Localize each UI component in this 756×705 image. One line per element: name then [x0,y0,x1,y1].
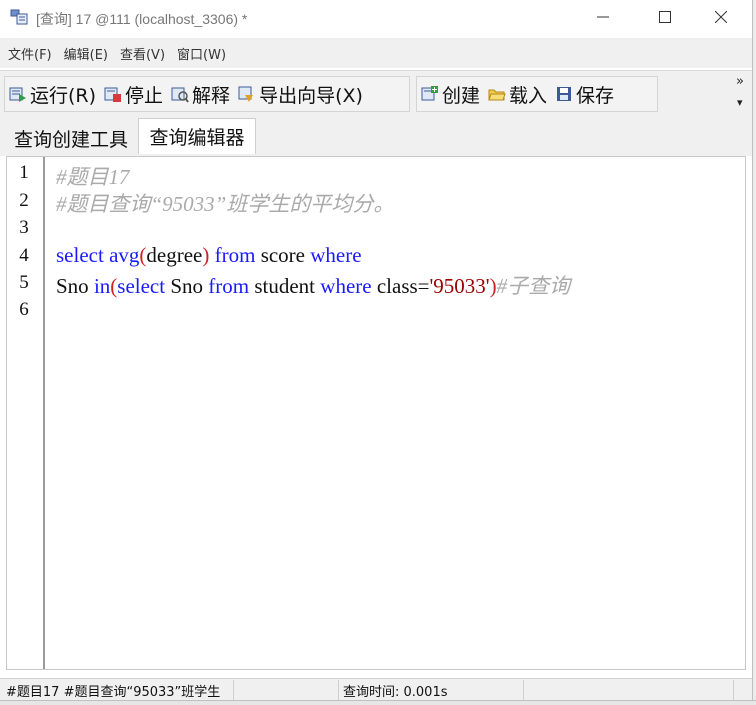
window-title: [查询] 17 @111 (localhost_3306) * [36,11,248,27]
line-number: 5 [19,272,29,293]
toolbar-group-run: 运行(R) 停止 解释 导出向导(X) [4,76,410,112]
keyword-token: select [56,243,104,267]
tab-bar: 查询创建工具 查询编辑器 [0,118,752,156]
explain-icon [171,87,189,103]
toolbar-overflow-arrow[interactable]: ▾ [737,96,743,109]
save-icon [557,87,572,101]
explain-label: 解释 [192,84,231,107]
keyword-token: in [93,274,111,298]
stop-icon [104,87,122,102]
keyword-token: from [208,274,250,298]
toolbar-group-file: 创建 载入 保存 [416,76,658,112]
create-label: 创建 [442,84,481,107]
keyword-token: where [320,274,372,298]
toolbar: 运行(R) 停止 解释 导出向导(X) 创建 载入 保存 [0,70,752,118]
line-number: 2 [19,190,29,211]
run-button[interactable]: 运行(R) [5,77,100,111]
toolbar-overflow-button[interactable]: » [736,74,744,89]
paren-token: ) [202,243,210,267]
paren-token: ) [489,274,497,298]
create-button[interactable]: 创建 [417,77,484,111]
run-label: 运行(R) [30,84,97,107]
line-number: 3 [19,217,29,238]
comment-token: #题目17 [56,165,130,189]
keyword-token: where [310,243,362,267]
string-token: '95033' [429,274,490,298]
line-number: 1 [19,162,29,183]
code-line-1: #题目17 [56,161,130,191]
line-number: 6 [19,299,29,320]
status-query-preview: #题目17 #题目查询“95033”班学生 [2,680,234,700]
stop-label: 停止 [125,84,164,107]
sql-editor[interactable]: 1 2 3 4 5 6 #题目17 #题目查询“95033”班学生的平均分。 s… [6,156,746,670]
code-line-2: #题目查询“95033”班学生的平均分。 [56,188,394,218]
code-line-4: select avg(degree) from score where [56,243,362,268]
explain-button[interactable]: 解释 [167,77,234,111]
run-icon [9,87,26,102]
comment-token: #题目查询“95033”班学生的平均分。 [56,192,395,216]
identifier-token: Sno [56,274,89,298]
line-number-gutter: 1 2 3 4 5 6 [7,157,45,669]
minimize-button[interactable] [580,0,626,34]
save-label: 保存 [576,84,615,107]
code-line-5: Sno in(select Sno from student where cla… [56,270,570,300]
maximize-icon [659,11,671,23]
minimize-icon [597,16,609,18]
load-button[interactable]: 载入 [484,77,551,111]
tab-query-editor[interactable]: 查询编辑器 [138,118,256,154]
function-token: avg [109,243,140,267]
title-bar: [查询] 17 @111 (localhost_3306) * [0,0,756,36]
bottom-strip [0,700,756,705]
load-label: 载入 [509,84,548,107]
keyword-token: from [214,243,256,267]
identifier-token: Sno [170,274,204,298]
identifier-token: class= [376,274,430,298]
stop-button[interactable]: 停止 [100,77,167,111]
export-wizard-button[interactable]: 导出向导(X) [234,77,367,111]
export-wizard-label: 导出向导(X) [259,84,363,107]
identifier-token: score [260,243,305,267]
menu-file[interactable]: 文件(F) [8,44,52,63]
identifier-token: student [254,274,316,298]
menu-edit[interactable]: 编辑(E) [64,44,108,63]
save-button[interactable]: 保存 [551,77,618,111]
tab-query-builder[interactable]: 查询创建工具 [4,120,138,156]
window-right-edge [752,0,756,705]
status-empty-cell [524,680,734,700]
menu-view[interactable]: 查看(V) [120,44,165,63]
close-icon [715,11,727,23]
menu-bar: 文件(F) 编辑(E) 查看(V) 窗口(W) [0,38,752,68]
status-query-time: 查询时间: 0.001s [338,680,524,700]
comment-token: #子查询 [496,274,571,298]
status-bar: #题目17 #题目查询“95033”班学生 查询时间: 0.001s [0,678,752,700]
keyword-token: select [117,274,166,298]
identifier-token: degree [146,243,203,267]
menu-window[interactable]: 窗口(W) [177,44,226,63]
line-number: 4 [19,245,29,266]
maximize-button[interactable] [642,0,688,34]
folder-open-icon [488,89,506,101]
create-icon [421,86,438,101]
query-app-icon [10,9,28,25]
export-icon [238,86,254,102]
close-button[interactable] [698,0,744,34]
